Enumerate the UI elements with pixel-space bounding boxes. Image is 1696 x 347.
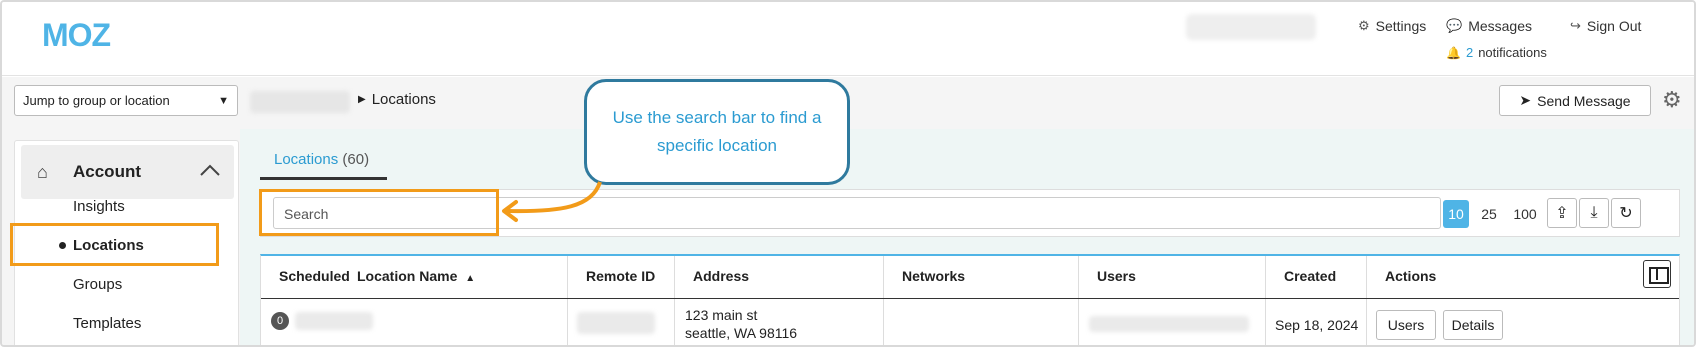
breadcrumb-parent-redacted[interactable] bbox=[250, 91, 350, 113]
chevron-down-icon: ▼ bbox=[218, 94, 229, 107]
callout-bubble: Use the search bar to find a specific lo… bbox=[584, 79, 850, 185]
created-date: Sep 18, 2024 bbox=[1275, 317, 1359, 333]
send-message-label: Send Message bbox=[1537, 92, 1631, 109]
user-name-redacted bbox=[1186, 14, 1316, 40]
top-header: MOZ ⚙ Settings 💬 Messages ↪ Sign Out 🔔 2… bbox=[2, 2, 1694, 76]
notifications-link[interactable]: 🔔 2 notifications bbox=[1446, 45, 1547, 60]
notifications-count: 2 bbox=[1465, 45, 1474, 60]
gear-icon: ⚙ bbox=[1358, 18, 1370, 33]
column-toggle-icon[interactable] bbox=[1643, 260, 1671, 288]
home-icon: ⌂ bbox=[37, 161, 48, 182]
address-line2: seattle, WA 98116 bbox=[685, 325, 798, 341]
bell-icon: 🔔 bbox=[1446, 45, 1461, 60]
col-divider bbox=[883, 256, 884, 345]
breadcrumb-arrow-icon: ▶ bbox=[358, 94, 366, 105]
settings-link[interactable]: ⚙ Settings bbox=[1358, 18, 1426, 34]
remote-id-redacted bbox=[577, 312, 655, 334]
upload-icon: ⇪ bbox=[1555, 205, 1569, 222]
locations-panel: Locations (60) Search 10 25 100 ⇪ ⤓ ↻ Sc… bbox=[240, 129, 1694, 345]
col-divider bbox=[567, 256, 568, 345]
col-header-location-name[interactable]: Location Name ▲ bbox=[357, 268, 475, 284]
header-divider bbox=[261, 298, 1679, 299]
settings-label: Settings bbox=[1375, 18, 1427, 34]
col-header-networks[interactable]: Networks bbox=[902, 268, 965, 284]
sort-asc-icon: ▲ bbox=[465, 273, 476, 284]
gear-icon[interactable]: ⚙ bbox=[1662, 87, 1682, 113]
col-header-created[interactable]: Created bbox=[1284, 268, 1336, 284]
col-divider bbox=[674, 256, 675, 345]
tab-locations-count: (60) bbox=[342, 151, 370, 168]
col-divider bbox=[1366, 256, 1367, 345]
chevron-up-icon bbox=[200, 163, 220, 179]
account-label: Account bbox=[73, 162, 141, 181]
location-name-redacted[interactable] bbox=[295, 312, 373, 330]
sidebar-item-templates[interactable]: Templates bbox=[73, 315, 141, 332]
col-divider bbox=[1265, 256, 1266, 345]
tab-locations-label: Locations bbox=[274, 151, 339, 168]
moz-logo[interactable]: MOZ bbox=[42, 17, 152, 57]
breadcrumb-current: Locations bbox=[371, 91, 436, 108]
breadcrumb: ▶ Locations bbox=[358, 91, 436, 108]
highlight-search-bar bbox=[259, 189, 499, 236]
users-button[interactable]: Users bbox=[1376, 310, 1436, 340]
jump-to-label: Jump to group or location bbox=[23, 93, 170, 108]
signout-label: Sign Out bbox=[1586, 18, 1642, 34]
col-header-remote-id[interactable]: Remote ID bbox=[586, 268, 655, 284]
col-header-address[interactable]: Address bbox=[693, 268, 749, 284]
send-message-button[interactable]: ➤ Send Message bbox=[1499, 85, 1651, 116]
download-button[interactable]: ⤓ bbox=[1579, 198, 1609, 228]
app-window: MOZ ⚙ Settings 💬 Messages ↪ Sign Out 🔔 2… bbox=[0, 0, 1696, 347]
col-header-actions: Actions bbox=[1385, 268, 1437, 284]
scheduled-badge: 0 bbox=[271, 312, 289, 330]
col-header-users[interactable]: Users bbox=[1097, 268, 1136, 284]
messages-label: Messages bbox=[1468, 18, 1532, 34]
sidebar-item-insights[interactable]: Insights bbox=[73, 198, 125, 215]
messages-link[interactable]: 💬 Messages bbox=[1446, 18, 1532, 34]
refresh-button[interactable]: ↻ bbox=[1611, 198, 1641, 228]
sidebar-item-groups[interactable]: Groups bbox=[73, 276, 122, 293]
locations-table: Scheduled Location Name ▲ Remote ID Addr… bbox=[260, 254, 1680, 345]
chat-bubble-icon: 💬 bbox=[1446, 18, 1463, 33]
page-size-10[interactable]: 10 bbox=[1443, 200, 1469, 228]
sidebar-account-header[interactable]: ⌂ Account bbox=[21, 145, 234, 199]
paper-plane-icon: ➤ bbox=[1519, 92, 1532, 108]
tab-locations[interactable]: Locations (60) bbox=[260, 151, 387, 180]
details-button[interactable]: Details bbox=[1443, 310, 1503, 340]
jump-to-select[interactable]: Jump to group or location ▼ bbox=[14, 85, 238, 116]
page-size-100[interactable]: 100 bbox=[1509, 200, 1541, 228]
page-size-25[interactable]: 25 bbox=[1479, 200, 1499, 228]
users-redacted bbox=[1089, 316, 1249, 332]
notifications-label: notifications bbox=[1478, 45, 1547, 60]
refresh-icon: ↻ bbox=[1619, 205, 1633, 222]
highlight-locations-nav bbox=[10, 223, 219, 266]
svg-text:MOZ: MOZ bbox=[42, 18, 111, 52]
callout-text: Use the search bar to find a specific lo… bbox=[612, 108, 822, 155]
moz-logo-icon: MOZ bbox=[42, 17, 112, 53]
col-divider bbox=[1078, 256, 1079, 345]
col-header-scheduled[interactable]: Scheduled bbox=[279, 268, 350, 284]
signout-link[interactable]: ↪ Sign Out bbox=[1570, 18, 1641, 34]
col-header-location-name-label: Location Name bbox=[357, 268, 458, 284]
download-icon: ⤓ bbox=[1590, 204, 1598, 221]
sign-out-icon: ↪ bbox=[1570, 18, 1581, 33]
address-line1: 123 main st bbox=[685, 307, 758, 323]
upload-button[interactable]: ⇪ bbox=[1547, 198, 1577, 228]
